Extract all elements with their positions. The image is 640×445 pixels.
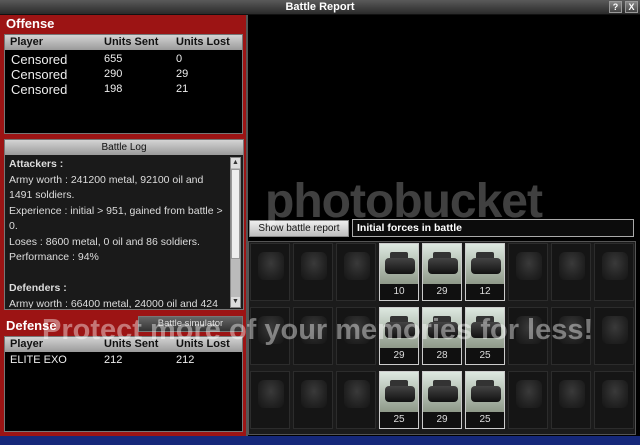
soldier-silhouette-icon: [301, 252, 327, 280]
log-line: Experience : initial > 951, gained from …: [9, 204, 223, 217]
soldier-silhouette-icon: [301, 380, 327, 408]
units-sent: 290: [104, 68, 123, 80]
log-line: Army worth : 241200 metal, 92100 oil and: [9, 173, 204, 186]
unit-tile[interactable]: 29: [422, 243, 462, 301]
log-line: Performance : 94%: [9, 251, 99, 263]
unit-slot-empty: [594, 243, 634, 301]
units-lost: 212: [176, 354, 195, 366]
watermark-text: Protect more of your memories for less!: [42, 314, 594, 346]
vehicle-icon: [471, 386, 501, 402]
soldier-silhouette-icon: [516, 252, 542, 280]
table-row: Censored 290 29: [5, 67, 242, 82]
soldier-silhouette-icon: [258, 252, 284, 280]
scroll-thumb[interactable]: [231, 169, 240, 259]
soldier-silhouette-icon: [602, 252, 628, 280]
unit-slot-empty: [336, 243, 376, 301]
unit-tile[interactable]: 10: [379, 243, 419, 301]
vehicle-icon: [428, 258, 458, 274]
scroll-down-icon[interactable]: ▼: [231, 297, 240, 307]
unit-count: 25: [380, 412, 418, 428]
bottom-strip: [0, 436, 640, 445]
unit-count: 29: [423, 412, 461, 428]
unit-slot-empty: [250, 243, 290, 301]
log-line: Loses : 8600 metal, 0 oil and 86 soldier…: [9, 235, 200, 248]
vehicle-icon: [385, 258, 415, 274]
units-sent: 655: [104, 53, 123, 65]
log-line: 0.: [9, 220, 18, 232]
player-name: Censored: [11, 82, 68, 97]
col-units-lost: Units Lost: [176, 36, 230, 48]
unit-slot-empty: [250, 371, 290, 429]
vehicle-icon: [471, 258, 501, 274]
help-button[interactable]: ?: [609, 1, 622, 13]
log-line: Attackers :: [9, 158, 64, 170]
unit-count: 12: [466, 284, 504, 300]
col-player: Player: [10, 36, 44, 48]
log-line: Defenders :: [9, 282, 67, 294]
unit-tile[interactable]: 12: [465, 243, 505, 301]
table-row: Censored 198 21: [5, 82, 242, 97]
scroll-up-icon[interactable]: ▲: [231, 158, 240, 168]
unit-slot-empty: [551, 371, 591, 429]
unit-slot-empty: [293, 243, 333, 301]
col-player: Player: [10, 338, 44, 350]
unit-count: 25: [466, 348, 504, 364]
vehicle-icon: [385, 386, 415, 402]
battle-log-panel: Battle Log Attackers : Army worth : 2412…: [4, 139, 244, 310]
log-line: Army worth : 66400 metal, 24000 oil and …: [9, 297, 218, 309]
soldier-silhouette-icon: [559, 380, 585, 408]
unit-tile[interactable]: 25: [379, 371, 419, 429]
soldier-silhouette-icon: [516, 380, 542, 408]
player-name: Censored: [11, 67, 68, 82]
units-sent: 198: [104, 83, 123, 95]
vehicle-icon: [428, 386, 458, 402]
offense-title: Offense: [6, 16, 55, 31]
battle-log-scrollbar[interactable]: ▲ ▼: [230, 157, 241, 308]
offense-table-header: Player Units Sent Units Lost: [5, 35, 242, 50]
units-sent: 212: [104, 354, 123, 366]
battle-log-text: Attackers : Army worth : 241200 metal, 9…: [7, 157, 229, 308]
defense-table: Player Units Sent Units Lost ELITE EXO 2…: [4, 336, 243, 432]
unit-slot-empty: [594, 307, 634, 365]
unit-tile[interactable]: 29: [422, 371, 462, 429]
unit-count: 28: [423, 348, 461, 364]
unit-slot-empty: [508, 243, 548, 301]
soldier-silhouette-icon: [559, 252, 585, 280]
soldier-silhouette-icon: [344, 380, 370, 408]
unit-count: 10: [380, 284, 418, 300]
col-units-sent: Units Sent: [104, 36, 159, 48]
soldier-silhouette-icon: [344, 252, 370, 280]
soldier-silhouette-icon: [602, 380, 628, 408]
unit-slot-empty: [336, 371, 376, 429]
units-lost: 0: [176, 53, 183, 65]
offense-table: Player Units Sent Units Lost Censored 65…: [4, 34, 243, 134]
soldier-silhouette-icon: [602, 316, 628, 344]
close-button[interactable]: X: [625, 1, 638, 13]
unit-count: 29: [423, 284, 461, 300]
table-row: ELITE EXO 212 212: [5, 353, 242, 368]
table-row: Censored 655 0: [5, 52, 242, 67]
player-name: ELITE EXO: [10, 354, 67, 366]
unit-slot-empty: [551, 243, 591, 301]
unit-slot-empty: [508, 371, 548, 429]
battle-log-title: Battle Log: [5, 140, 243, 155]
units-lost: 21: [176, 83, 189, 95]
watermark-logo: photobucket: [265, 175, 543, 228]
unit-count: 25: [466, 412, 504, 428]
title-bar: Battle Report ? X: [0, 0, 640, 15]
unit-tile[interactable]: 25: [465, 371, 505, 429]
log-line: 1491 soldiers.: [9, 189, 75, 201]
window-title: Battle Report: [285, 1, 355, 13]
soldier-silhouette-icon: [258, 380, 284, 408]
player-name: Censored: [11, 52, 68, 67]
unit-count: 29: [380, 348, 418, 364]
unit-slot-empty: [293, 371, 333, 429]
unit-slot-empty: [594, 371, 634, 429]
units-lost: 29: [176, 68, 189, 80]
